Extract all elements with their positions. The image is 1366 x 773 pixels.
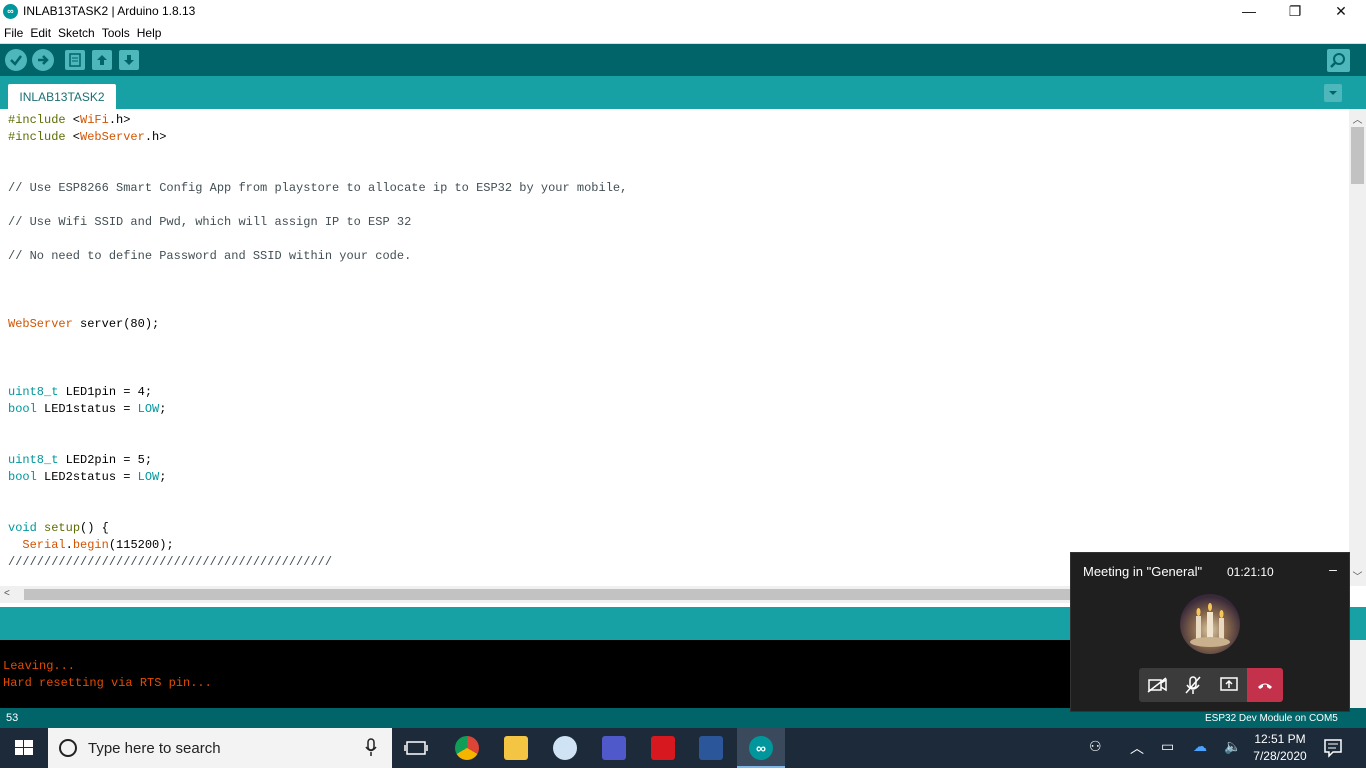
search-input[interactable]: Type here to search: [48, 728, 392, 768]
meeting-title: Meeting in "General": [1083, 564, 1203, 579]
share-screen-button[interactable]: [1211, 668, 1247, 702]
new-icon: [69, 53, 81, 67]
meeting-minimize-button[interactable]: –: [1323, 561, 1343, 577]
tab-bar: INLAB13TASK2: [0, 76, 1366, 109]
tab-inlab13task2[interactable]: INLAB13TASK2: [8, 84, 116, 109]
menu-bar: File Edit Sketch Tools Help: [0, 24, 1366, 44]
open-sketch-button[interactable]: [92, 50, 112, 70]
arduino-icon: ∞: [749, 736, 773, 760]
maximize-button[interactable]: ❐: [1272, 0, 1318, 24]
code-line: void setup() {: [8, 521, 109, 535]
code-editor[interactable]: #include <WiFi.h> #include <WebServer.h>…: [0, 109, 1349, 586]
code-line: uint8_t LED1pin = 4;: [8, 385, 153, 399]
word-icon[interactable]: [699, 736, 723, 760]
upload-button[interactable]: [32, 49, 54, 71]
start-button[interactable]: [0, 728, 48, 768]
mic-off-icon: [1185, 676, 1201, 694]
code-line: // No need to define Password and SSID w…: [8, 249, 412, 263]
console-line: Hard resetting via RTS pin...: [3, 676, 212, 690]
volume-icon[interactable]: 🔈: [1224, 738, 1241, 755]
clock-time: 12:51 PM: [1254, 732, 1306, 746]
windows-icon: [15, 740, 33, 755]
menu-help[interactable]: Help: [137, 24, 167, 43]
candles-icon: [1190, 603, 1230, 647]
share-screen-icon: [1220, 677, 1238, 691]
mic-toggle-button[interactable]: [1175, 668, 1211, 702]
teams-icon[interactable]: [602, 736, 626, 760]
menu-edit[interactable]: Edit: [30, 24, 56, 43]
hang-up-icon: [1258, 683, 1272, 689]
toolbar: [0, 44, 1366, 76]
console-line: Leaving...: [3, 659, 76, 673]
clock[interactable]: 12:51 PM 7/28/2020: [1247, 731, 1313, 765]
window-title: INLAB13TASK2 | Arduino 1.8.13: [23, 4, 196, 18]
minimize-button[interactable]: —: [1226, 0, 1272, 24]
scroll-down-icon[interactable]: ﹀: [1349, 568, 1366, 583]
open-icon: [97, 55, 107, 65]
search-icon: [59, 739, 77, 757]
taskbar: Type here to search ∞ ⚇ ︿ ▭ ☁ 🔈 12:51 PM…: [0, 728, 1366, 768]
meeting-window[interactable]: Meeting in "General" 01:21:10 –: [1070, 552, 1350, 712]
camera-off-icon: [1147, 677, 1167, 693]
verify-icon: [10, 55, 22, 66]
camera-toggle-button[interactable]: [1139, 668, 1175, 702]
code-line: bool LED2status = LOW;: [8, 470, 167, 484]
board-info: ESP32 Dev Module on COM5: [1205, 713, 1338, 724]
candles-avatar: [1180, 594, 1240, 654]
close-button[interactable]: ✕: [1318, 0, 1364, 24]
arduino-icon: ∞: [3, 4, 18, 19]
save-icon: [124, 55, 134, 65]
code-line: // Use Wifi SSID and Pwd, which will ass…: [8, 215, 412, 229]
code-line: WebServer server(80);: [8, 317, 160, 331]
serial-monitor-button[interactable]: [1327, 49, 1350, 72]
code-line: ////////////////////////////////////////…: [8, 555, 333, 569]
new-sketch-button[interactable]: [65, 50, 85, 70]
code-line: #include <WiFi.h>: [8, 113, 131, 127]
code-line: uint8_t LED2pin = 5;: [8, 453, 153, 467]
save-sketch-button[interactable]: [119, 50, 139, 70]
meeting-duration: 01:21:10: [1227, 565, 1274, 579]
end-call-button[interactable]: [1247, 668, 1283, 702]
clock-date: 7/28/2020: [1253, 749, 1307, 763]
code-line: Serial.begin(115200);: [22, 538, 174, 552]
scroll-left-icon[interactable]: <: [4, 588, 10, 599]
code-line: #include <WebServer.h>: [8, 130, 167, 144]
upload-icon: [38, 55, 49, 65]
scroll-up-icon[interactable]: ︿: [1349, 111, 1366, 126]
arduino-taskbar-button[interactable]: ∞: [737, 728, 785, 768]
task-view-icon[interactable]: [404, 736, 428, 760]
menu-file[interactable]: File: [4, 24, 28, 43]
editor-vertical-scroll-thumb[interactable]: [1351, 127, 1364, 184]
microphone-icon[interactable]: [364, 738, 378, 758]
serial-monitor-icon: [1330, 53, 1345, 68]
people-icon[interactable]: ⚇: [1089, 738, 1102, 755]
notifications-icon[interactable]: [1323, 738, 1343, 758]
code-line: bool LED1status = LOW;: [8, 402, 167, 416]
file-explorer-icon[interactable]: [504, 736, 528, 760]
tab-menu-icon: [1329, 91, 1337, 95]
onedrive-icon[interactable]: ☁: [1193, 738, 1207, 755]
console-scrollbar[interactable]: [1349, 640, 1366, 708]
title-bar: ∞ INLAB13TASK2 | Arduino 1.8.13 — ❐ ✕: [0, 0, 1366, 24]
code-line: // Use ESP8266 Smart Config App from pla…: [8, 181, 628, 195]
chrome-icon[interactable]: [455, 736, 479, 760]
tab-menu-button[interactable]: [1324, 84, 1342, 102]
line-number: 53: [6, 712, 19, 724]
menu-sketch[interactable]: Sketch: [58, 24, 100, 43]
battery-icon[interactable]: ▭: [1161, 738, 1174, 755]
acrobat-icon[interactable]: [651, 736, 675, 760]
verify-button[interactable]: [5, 49, 27, 71]
editor-horizontal-scroll-thumb[interactable]: [24, 589, 1084, 600]
search-placeholder: Type here to search: [88, 740, 221, 757]
show-hidden-icons-icon[interactable]: ︿: [1130, 738, 1144, 758]
menu-tools[interactable]: Tools: [102, 24, 135, 43]
snipping-tool-icon[interactable]: [553, 736, 577, 760]
